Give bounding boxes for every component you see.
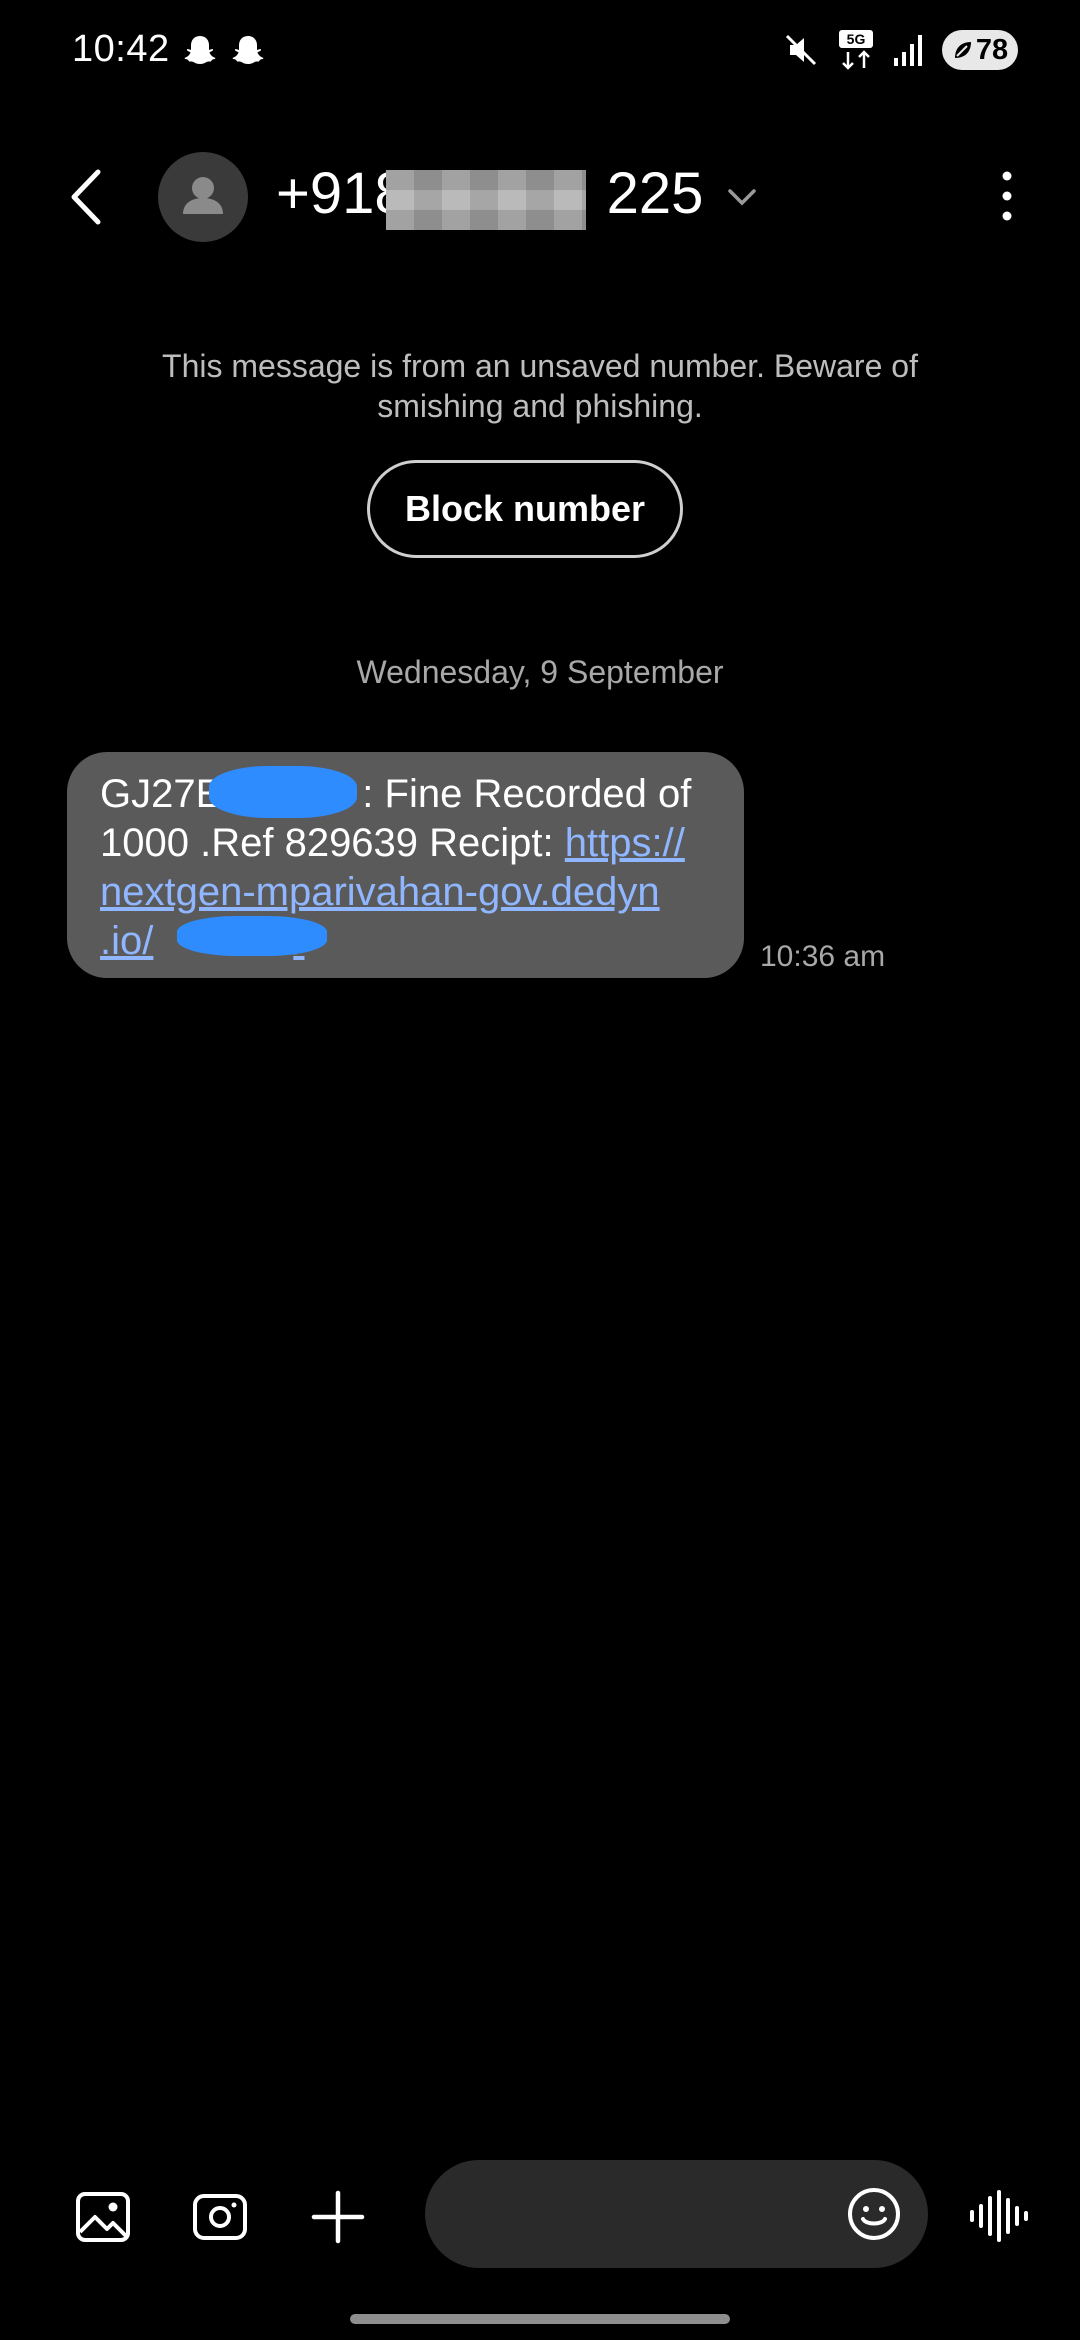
redaction-scribble xyxy=(209,766,357,818)
battery-indicator: 78 xyxy=(942,30,1018,70)
message-link[interactable]: nextgen-mparivahan-gov.dedyn xyxy=(100,870,660,914)
pixelated-redaction xyxy=(386,170,586,230)
message-input-pill[interactable] xyxy=(425,2160,928,2268)
mute-icon xyxy=(785,34,817,66)
add-attachment-icon[interactable] xyxy=(309,2188,367,2246)
back-button[interactable] xyxy=(58,162,118,232)
message-line-1: GJ27E: Fine Recorded of xyxy=(100,772,692,816)
snapchat-notification-icon xyxy=(184,36,216,64)
composer-bar xyxy=(0,2160,1080,2270)
messages-screen: 10:42 5G 78 +918 225 This message is fro… xyxy=(0,0,1080,2340)
message-line-3: nextgen-mparivahan-gov.dedyn xyxy=(100,868,714,917)
battery-saver-leaf-icon xyxy=(954,42,971,58)
status-icons: 5G 78 xyxy=(782,28,1018,72)
message-bubble[interactable]: GJ27E: Fine Recorded of 1000 .Ref 829639… xyxy=(67,752,744,978)
message-timestamp: 10:36 am xyxy=(760,940,886,973)
status-bar: 10:42 5G 78 xyxy=(0,0,1080,100)
block-number-button[interactable]: Block number xyxy=(367,460,683,558)
home-indicator[interactable] xyxy=(350,2314,730,2324)
redaction-scribble xyxy=(177,916,327,956)
gallery-icon[interactable] xyxy=(74,2188,132,2246)
snapchat-notification-icon xyxy=(232,36,264,64)
conversation-header: +918 225 xyxy=(0,140,1080,250)
more-options-icon[interactable] xyxy=(982,166,1032,226)
person-icon xyxy=(183,177,223,214)
voice-recorder-icon[interactable] xyxy=(968,2190,1030,2242)
network-5g-icon: 5G xyxy=(839,30,873,70)
battery-level: 78 xyxy=(975,33,1009,66)
date-separator: Wednesday, 9 September xyxy=(356,654,724,690)
emoji-icon[interactable] xyxy=(846,2186,902,2242)
message-link[interactable]: .io/ xyxy=(100,919,153,963)
message-line-2: 1000 .Ref 829639 Recipt: https:// xyxy=(100,821,685,865)
contact-avatar[interactable] xyxy=(158,152,248,242)
camera-icon[interactable] xyxy=(191,2188,249,2246)
unsaved-number-warning: This message is from an unsaved number. … xyxy=(162,348,918,424)
contact-number-suffix: 225 xyxy=(606,161,704,226)
chevron-down-icon[interactable] xyxy=(724,182,760,212)
status-time: 10:42 xyxy=(72,28,170,70)
signal-strength-icon xyxy=(894,35,922,66)
message-input[interactable] xyxy=(465,2184,849,2246)
svg-text:5G: 5G xyxy=(847,31,866,47)
message-link[interactable]: https:// xyxy=(565,821,685,865)
